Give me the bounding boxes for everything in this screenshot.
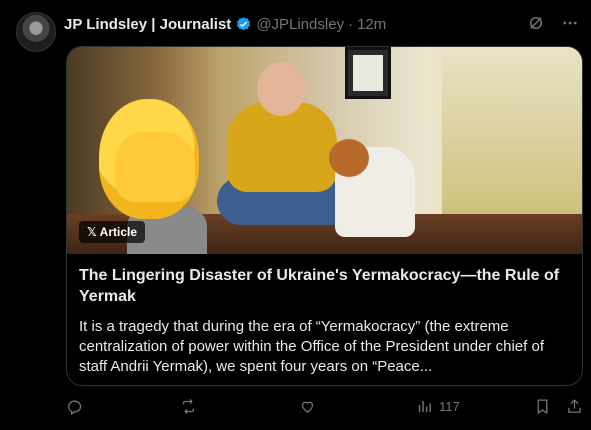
reply-button[interactable] [66, 398, 83, 415]
grok-icon[interactable] [527, 14, 545, 32]
tweet-timestamp[interactable]: 12m [357, 16, 386, 33]
like-icon [301, 401, 314, 413]
share-icon [568, 399, 581, 413]
more-icon[interactable] [561, 14, 579, 32]
bookmark-button[interactable] [534, 398, 551, 415]
author-name[interactable]: JP Lindsley | Journalist [64, 16, 231, 33]
tweet-actions: 117 [66, 398, 583, 420]
bookmark-icon [537, 399, 548, 415]
article-title: The Lingering Disaster of Ukraine's Yerm… [79, 267, 560, 305]
retweet-button[interactable] [180, 398, 197, 415]
retweet-icon [182, 398, 195, 415]
views-count: 117 [439, 399, 460, 414]
views-icon [418, 400, 431, 413]
article-image: 𝕏 Article [67, 47, 582, 254]
separator-dot: · [348, 15, 354, 33]
x-logo-icon: 𝕏 [87, 225, 97, 239]
tweet-header: JP Lindsley | Journalist @JPLindsley · 1… [64, 14, 579, 34]
author-handle[interactable]: @JPLindsley [256, 16, 344, 33]
views-button[interactable]: 117 [416, 398, 460, 415]
like-button[interactable] [299, 398, 316, 415]
article-description: It is a tragedy that during the era of “… [79, 318, 544, 375]
reply-icon [68, 400, 82, 415]
article-badge: 𝕏 Article [79, 221, 146, 243]
article-card[interactable]: 𝕏 Article The Lingering Disaster of Ukra… [66, 46, 583, 386]
author-avatar[interactable] [16, 12, 56, 52]
share-button[interactable] [566, 398, 583, 415]
verified-badge-icon [235, 16, 252, 33]
article-badge-label: Article [99, 225, 138, 239]
